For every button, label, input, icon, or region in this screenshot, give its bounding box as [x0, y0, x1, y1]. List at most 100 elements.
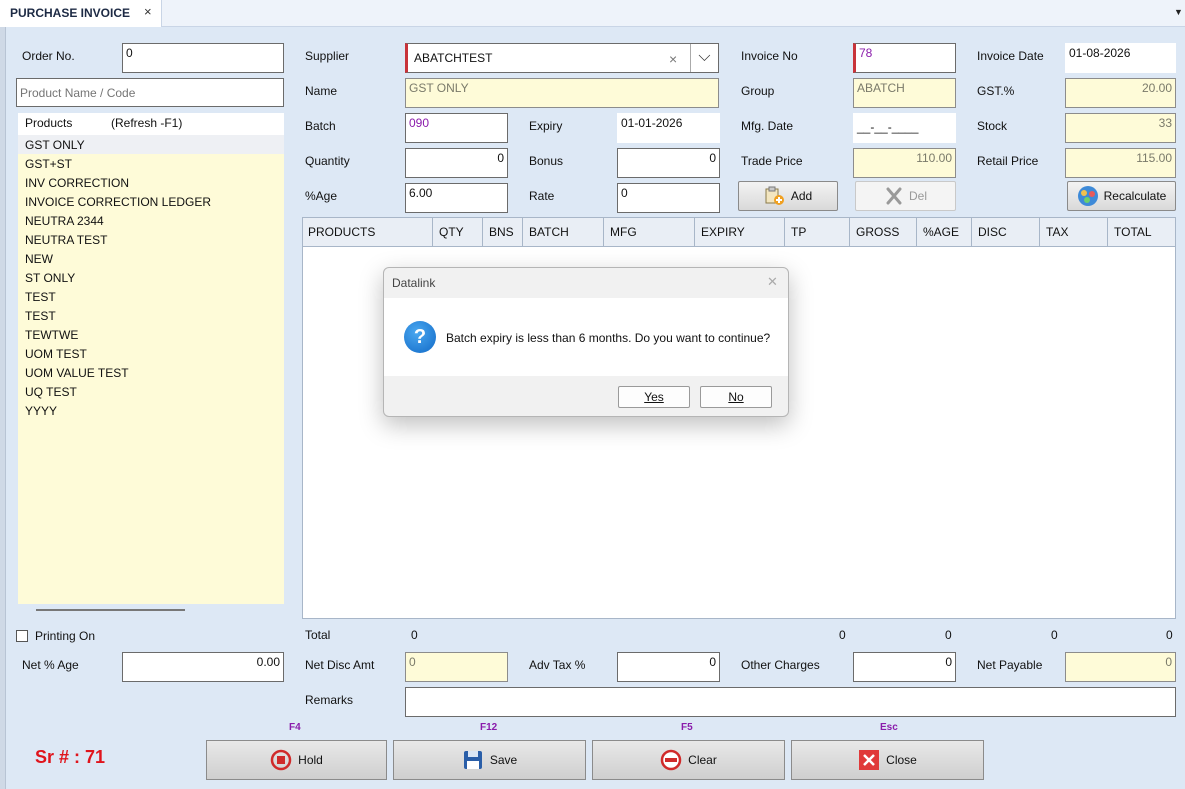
col-gross[interactable]: GROSS [850, 217, 917, 247]
col-mfg[interactable]: MFG [604, 217, 695, 247]
chevron-down-icon[interactable]: ▼ [1174, 7, 1183, 17]
list-item[interactable]: NEUTRA TEST [25, 233, 107, 247]
add-button[interactable]: Add [738, 181, 838, 211]
clear-shortcut: F5 [681, 722, 693, 733]
list-item[interactable]: TEWTWE [25, 328, 78, 342]
recalculate-icon [1077, 186, 1098, 206]
net-age-field[interactable]: 0.00 [122, 652, 284, 682]
confirm-dialog: Datalink ✕ ? Batch expiry is less than 6… [383, 267, 789, 417]
close-icon[interactable]: × [144, 4, 152, 19]
product-search-input[interactable] [16, 78, 284, 107]
stop-icon [270, 749, 292, 771]
other-charges-field[interactable]: 0 [853, 652, 956, 682]
list-item[interactable]: YYYY [25, 404, 57, 418]
no-button-label: No [728, 390, 744, 404]
mfg-date-field[interactable]: __-__-____ [853, 113, 956, 143]
name-label: Name [305, 84, 338, 98]
list-item[interactable]: INVOICE CORRECTION LEDGER [25, 195, 211, 209]
trade-price-field[interactable]: 110.00 [853, 148, 956, 178]
age-label: %Age [305, 189, 338, 203]
order-no-field[interactable]: 0 [122, 43, 284, 73]
recalculate-button-label: Recalculate [1103, 189, 1167, 203]
col-total[interactable]: TOTAL [1108, 217, 1176, 247]
batch-field[interactable]: 090 [405, 113, 508, 143]
list-item[interactable]: GST+ST [25, 157, 72, 171]
del-button[interactable]: Del [855, 181, 956, 211]
col-qty[interactable]: QTY [433, 217, 483, 247]
recalculate-button[interactable]: Recalculate [1067, 181, 1176, 211]
yes-button[interactable]: Yes [618, 386, 690, 408]
name-field[interactable]: GST ONLY [405, 78, 719, 108]
stock-field[interactable]: 33 [1065, 113, 1176, 143]
col-disc[interactable]: DISC [972, 217, 1040, 247]
close-button[interactable]: Close [791, 740, 984, 780]
left-edge-splitter[interactable] [0, 27, 6, 789]
close-shortcut: Esc [880, 722, 898, 733]
clear-icon[interactable]: × [669, 51, 677, 67]
delete-icon [886, 187, 902, 205]
chevron-down-icon[interactable]: ⌵ [690, 44, 718, 72]
refresh-hint[interactable]: (Refresh -F1) [111, 116, 182, 130]
group-label: Group [741, 84, 775, 98]
tab-purchase-invoice[interactable]: PURCHASE INVOICE × [0, 0, 162, 27]
invoice-date-field[interactable]: 01-08-2026 [1065, 43, 1176, 73]
clear-button[interactable]: Clear [592, 740, 785, 780]
save-button[interactable]: Save [393, 740, 586, 780]
group-field[interactable]: ABATCH [853, 78, 956, 108]
gst-field[interactable]: 20.00 [1065, 78, 1176, 108]
expiry-field[interactable]: 01-01-2026 [617, 113, 720, 143]
list-item[interactable]: NEW [25, 252, 53, 266]
list-item[interactable]: INV CORRECTION [25, 176, 129, 190]
bonus-field[interactable]: 0 [617, 148, 720, 178]
supplier-value: ABATCHTEST [414, 51, 493, 65]
col-products[interactable]: PRODUCTS [302, 217, 433, 247]
no-button[interactable]: No [700, 386, 772, 408]
add-button-label: Add [790, 189, 813, 203]
total-age: 0 [945, 628, 952, 642]
list-item[interactable]: TEST [25, 309, 56, 323]
invoice-date-label: Invoice Date [977, 49, 1044, 63]
products-header-label: Products [25, 116, 73, 130]
other-charges-label: Other Charges [741, 658, 820, 672]
hold-button[interactable]: Hold [206, 740, 387, 780]
order-no-label: Order No. [22, 49, 75, 63]
col-expiry[interactable]: EXPIRY [695, 217, 785, 247]
list-item[interactable]: TEST [25, 290, 56, 304]
rate-field[interactable]: 0 [617, 183, 720, 213]
col-batch[interactable]: BATCH [523, 217, 604, 247]
adv-tax-field[interactable]: 0 [617, 652, 720, 682]
list-item[interactable]: UOM TEST [25, 347, 87, 361]
adv-tax-label: Adv Tax % [529, 658, 586, 672]
col-age[interactable]: %AGE [917, 217, 972, 247]
remarks-field[interactable] [405, 687, 1176, 717]
list-item[interactable]: UQ TEST [25, 385, 77, 399]
col-tp[interactable]: TP [785, 217, 850, 247]
save-button-label: Save [489, 753, 518, 767]
bonus-label: Bonus [529, 154, 564, 168]
invoice-no-label: Invoice No [741, 49, 798, 63]
retail-price-field[interactable]: 115.00 [1065, 148, 1176, 178]
net-payable-field[interactable]: 0 [1065, 652, 1176, 682]
printing-on-checkbox[interactable] [16, 630, 28, 642]
invoice-no-field[interactable]: 78 [853, 43, 956, 73]
age-field[interactable]: 6.00 [405, 183, 508, 213]
list-item[interactable]: GST ONLY [25, 138, 85, 152]
trade-price-label: Trade Price [741, 154, 803, 168]
net-disc-field[interactable]: 0 [405, 652, 508, 682]
hold-shortcut: F4 [289, 722, 301, 733]
list-horizontal-scrollbar[interactable] [36, 609, 185, 611]
list-item[interactable]: UOM VALUE TEST [25, 366, 129, 380]
list-item[interactable]: ST ONLY [25, 271, 75, 285]
close-icon[interactable]: ✕ [767, 274, 778, 290]
col-tax[interactable]: TAX [1040, 217, 1108, 247]
net-disc-label: Net Disc Amt [305, 658, 375, 672]
clear-button-label: Clear [688, 753, 717, 767]
quantity-field[interactable]: 0 [405, 148, 508, 178]
question-icon: ? [404, 321, 436, 353]
tab-bar [0, 0, 1185, 27]
col-bns[interactable]: BNS [483, 217, 523, 247]
total-qty: 0 [411, 628, 418, 642]
total-tax: 0 [1051, 628, 1058, 642]
list-item[interactable]: NEUTRA 2344 [25, 214, 104, 228]
save-shortcut: F12 [480, 722, 498, 733]
